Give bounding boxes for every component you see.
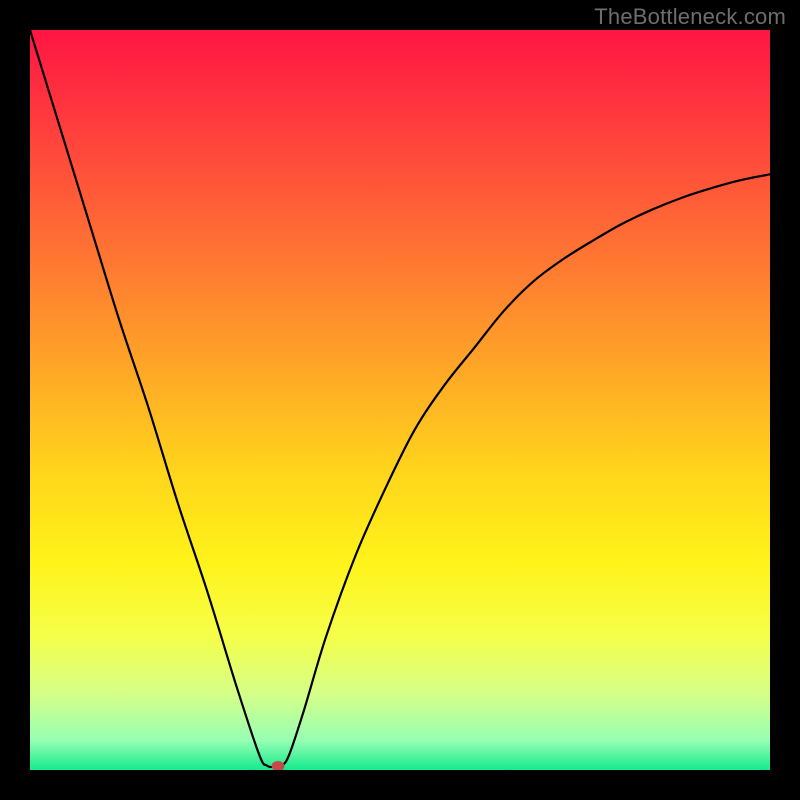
optimal-point-marker: [271, 761, 284, 770]
plot-area: [30, 30, 770, 770]
curve-layer: [30, 30, 770, 770]
watermark-text: TheBottleneck.com: [594, 4, 786, 30]
chart-frame: TheBottleneck.com: [0, 0, 800, 800]
bottleneck-curve: [30, 30, 770, 767]
